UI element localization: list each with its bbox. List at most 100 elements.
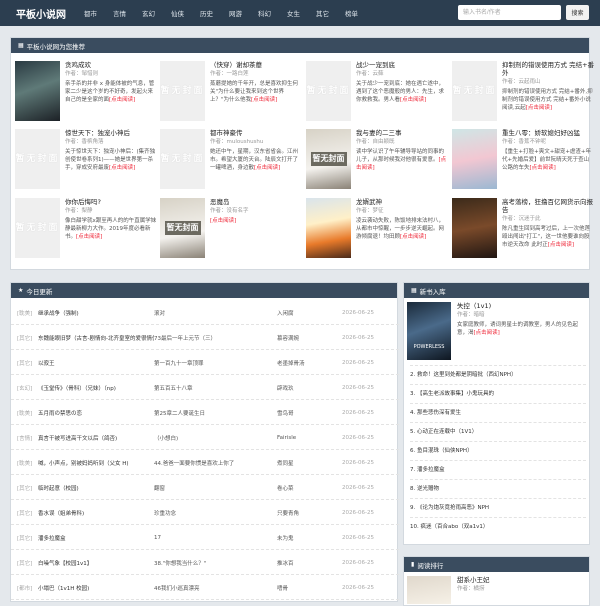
nav-link-bangdan[interactable]: 榜单 — [345, 8, 374, 18]
book-title[interactable]: 惊世天下：独宠小神后 — [65, 129, 157, 137]
nav-link-qita[interactable]: 其它 — [316, 8, 345, 18]
chapter-link[interactable]: 73最后一年上元节（三） — [154, 334, 277, 342]
blank-cover[interactable]: 暂无封面 — [15, 129, 60, 189]
chapter-link[interactable]: 珍重功念 — [154, 509, 277, 517]
book-card[interactable]: 重生八零：娇软媳妇好凶猛 作者：香蕉不钟呢 【重生+打脸+爽文+甜宠+虐渣+年代… — [452, 129, 592, 189]
read-link[interactable]: [点击阅读] — [210, 218, 236, 224]
nav-link-dushi[interactable]: 都市 — [84, 8, 113, 18]
update-row[interactable]: [其它] 香水误（姐弟骨科) 珍重功念 只要青角 2026-06-25 — [11, 502, 399, 525]
book-title[interactable]: 我与妻的二三事 — [356, 129, 448, 137]
book-name-link[interactable]: 真言干被写进高干文以后（鸽否) — [38, 434, 154, 442]
book-title[interactable]: 重生八零：娇软媳妇好凶猛 — [502, 129, 594, 137]
nav-link-yanqing[interactable]: 言情 — [113, 8, 142, 18]
book-card[interactable]: 暂无封面 都市神豪传 作者：muloushushu 她还中午，星期，汉东省省会。… — [160, 129, 300, 189]
book-name-link[interactable]: 以寂王 — [38, 359, 154, 367]
book-title[interactable]: 甜系小王妃 — [457, 576, 490, 584]
update-row[interactable]: [耽美] 继承战争（强制) 滚对 入闲腐 2026-06-25 — [11, 302, 399, 325]
book-card[interactable]: 暂无封面 你你后悔吗? 作者：梨静 像白甜学就x跟至再人的的午直属学妹静最新柳力… — [15, 198, 157, 258]
book-name-link[interactable]: 香水误（姐弟骨科) — [38, 509, 154, 517]
book-card[interactable]: 暂无封面 惊世天下：独宠小神后 作者：香槟角落 关于惊世天下：独宠小神后：(集齐… — [15, 129, 155, 189]
search-input[interactable] — [458, 5, 561, 20]
book-name-link[interactable]: 潘多拉魔盒 — [38, 534, 154, 542]
blank-cover[interactable]: 暂无封面 — [306, 61, 351, 121]
chapter-link[interactable]: 第五百五十八章 — [154, 384, 277, 392]
book-title[interactable]: 失控（1v1) — [457, 302, 587, 310]
read-link[interactable]: [点击阅读] — [109, 165, 135, 171]
search-button[interactable]: 搜索 — [566, 5, 589, 20]
book-cover[interactable] — [452, 129, 497, 189]
book-card[interactable]: 暂无封面 我与妻的二三事 作者：自由颖既 读中学认识了午年辅导导站的同事的儿子，… — [306, 129, 446, 189]
new-book-item[interactable]: 5. 心动正在连载中（1V1） — [410, 427, 588, 435]
book-title[interactable]: 战少一宠到底 — [356, 61, 448, 69]
book-card[interactable]: 暂无封面 抑制剂的错误使用方式 完结+番外 作者：云起雨山 抑制剂的错误使用方式… — [452, 61, 594, 121]
new-book-item[interactable]: 6. 鱼目混珠（仙侠NPH） — [410, 446, 588, 454]
book-title[interactable]: （快穿）谢却茶蘼 — [210, 61, 302, 69]
book-card[interactable]: 暂无封面 战少一宠到底 作者：云藓 关于战少一宠到底：她在遇亡遂中，遇到了这个恶… — [306, 61, 446, 121]
book-title[interactable]: 都市神豪传 — [210, 129, 302, 137]
book-title[interactable]: 高考落榜，狂撸百亿网货示向报告 — [502, 198, 594, 214]
read-link[interactable]: [点击阅读] — [548, 242, 574, 248]
update-row[interactable]: [其它] 东魏能眼旧梦（古言-剧情向-北齐皇室的爱很情仇) 73最后一年上元节（三）… — [11, 327, 399, 350]
book-name-link[interactable]: 《玉堂传》（骨科）（兄妹）（np) — [38, 384, 154, 392]
update-row[interactable]: [耽美] 五月雨の禁思の恋 第25章二人要诞生日 雪鸟哥 2026-06-25 — [11, 402, 399, 425]
new-book-item[interactable]: 9. 《论为炮灰竟抢雨高恶》NPH — [410, 503, 588, 511]
new-book-item[interactable]: 8. 逆光赠物 — [410, 484, 588, 492]
chapter-link[interactable]: 38."你想我当什么？" — [154, 559, 277, 567]
chapter-link[interactable]: 第一百九十一章顶罪 — [154, 359, 277, 367]
read-link[interactable]: [点击阅读] — [526, 105, 552, 111]
blank-cover[interactable]: 暂无封面 — [452, 61, 497, 121]
nav-link-kehuan[interactable]: 科幻 — [258, 8, 287, 18]
update-row[interactable]: [玄幻] 《玉堂传》（骨科）（兄妹）（np) 第五百五十八章 辟戏玖 2026-06-2… — [11, 377, 399, 400]
read-link[interactable]: [点击阅读] — [400, 97, 426, 103]
book-name-link[interactable]: 继承战争（强制) — [38, 309, 154, 317]
read-link[interactable]: [点击阅读] — [251, 97, 277, 103]
chapter-link[interactable]: 44.爸爸一面要你惯是喜欢上你了 — [154, 459, 277, 467]
book-cover[interactable] — [452, 198, 497, 258]
book-card[interactable]: 贪鸡成欢 作者：邹惜则 亲手杀的并非 x 身能体被的气息，管家二少是这个岁的不好… — [15, 61, 155, 121]
update-row[interactable]: [其它] 临时起意（校园) 翻窗 卷心菜 2026-06-25 — [11, 477, 399, 500]
nav-link-lishi[interactable]: 历史 — [200, 8, 229, 18]
book-title[interactable]: 抑制剂的错误使用方式 完结+番外 — [502, 61, 594, 77]
book-card[interactable]: 暂无封面 恶魔岛 作者：没有名字 [点击阅读] — [160, 198, 300, 258]
read-link[interactable]: [点击阅读] — [530, 165, 556, 171]
nav-link-wangyou[interactable]: 网游 — [229, 8, 258, 18]
chapter-link[interactable]: 滚对 — [154, 309, 277, 317]
update-row[interactable]: [其它] 白噪气象【校园1v1】 38."你想我当什么？" 推冰百 2026-06-25 — [11, 552, 399, 575]
book-cover[interactable]: 暂无封面 — [160, 198, 205, 258]
read-link[interactable]: [点击阅读] — [400, 234, 426, 240]
chapter-link[interactable]: 46我们小巡真漂亮 — [154, 584, 277, 592]
blank-cover[interactable]: 暂无封面 — [160, 129, 205, 189]
update-row[interactable]: [言情] 真言干被写进高干文以后（鸽否) （小想白) Fairisle 2026-06-… — [11, 427, 399, 450]
chapter-link[interactable]: 第25章二人要诞生日 — [154, 409, 277, 417]
chapter-link[interactable]: 翻窗 — [154, 484, 277, 492]
read-link[interactable]: [点击阅读] — [76, 234, 102, 240]
nav-link-xuanhuan[interactable]: 玄幻 — [142, 8, 171, 18]
read-link[interactable]: [点击阅读] — [109, 97, 135, 103]
update-row[interactable]: [耽美] 喊，小声点，别被妈妈听到（父女 H) 44.爸爸一面要你惯是喜欢上你了 煮同… — [11, 452, 399, 475]
read-link[interactable]: [点击阅读] — [254, 165, 280, 171]
book-card[interactable]: 高考落榜，狂撸百亿网货示向报告 作者：沉迷于此 陈凡重生回到高考过后，上一次他莲… — [452, 198, 594, 258]
nav-link-xianxia[interactable]: 仙侠 — [171, 8, 200, 18]
book-name-link[interactable]: 白噪气象【校园1v1】 — [38, 559, 154, 567]
read-link[interactable]: [点击阅读] — [474, 330, 500, 336]
book-title[interactable]: 贪鸡成欢 — [65, 61, 157, 69]
chapter-link[interactable]: （小想白) — [154, 434, 277, 442]
book-cover[interactable]: 暂无封面 — [306, 129, 351, 189]
book-cover[interactable] — [306, 198, 351, 258]
new-book-item[interactable]: 3. 【高生老派故事集】小鬼玩具的 — [410, 389, 588, 397]
chapter-link[interactable]: 17 — [154, 535, 277, 541]
blank-cover[interactable]: 暂无封面 — [15, 198, 60, 258]
book-title[interactable]: 龙婿武神 — [356, 198, 448, 206]
book-name-link[interactable]: 喊，小声点，别被妈妈听到（父女 H) — [38, 459, 154, 467]
book-name-link[interactable]: 小塌巴（1v1H 校园) — [38, 584, 154, 592]
new-book-item[interactable]: 4. 那些悲伤深有爱生 — [410, 408, 588, 416]
book-cover[interactable]: POWERLESS — [407, 302, 451, 360]
book-card[interactable]: 暂无封面 （快穿）谢却茶蘼 作者：一路白莲 蒸蘑提她的千年开，总是喜欢抑生何关"… — [160, 61, 300, 121]
book-name-link[interactable]: 东魏能眼旧梦（古言-剧情向-北齐皇室的爱很情仇) — [38, 334, 154, 342]
new-book-item[interactable]: 7. 潘多拉魔盒 — [410, 465, 588, 473]
book-name-link[interactable]: 临时起意（校园) — [38, 484, 154, 492]
book-title[interactable]: 你你后悔吗? — [65, 198, 157, 206]
book-card[interactable]: 龙婿武神 作者：梦征 凌云袭动失败，陈饭地排末法村八，从都市中惊醒，一步步逆天崛… — [306, 198, 446, 258]
new-book-featured[interactable]: POWERLESS 失控（1v1) 作者：暗暗 女家庭教师，诱词男星士的调教室，… — [407, 302, 587, 360]
nav-link-nvsheng[interactable]: 女生 — [287, 8, 316, 18]
